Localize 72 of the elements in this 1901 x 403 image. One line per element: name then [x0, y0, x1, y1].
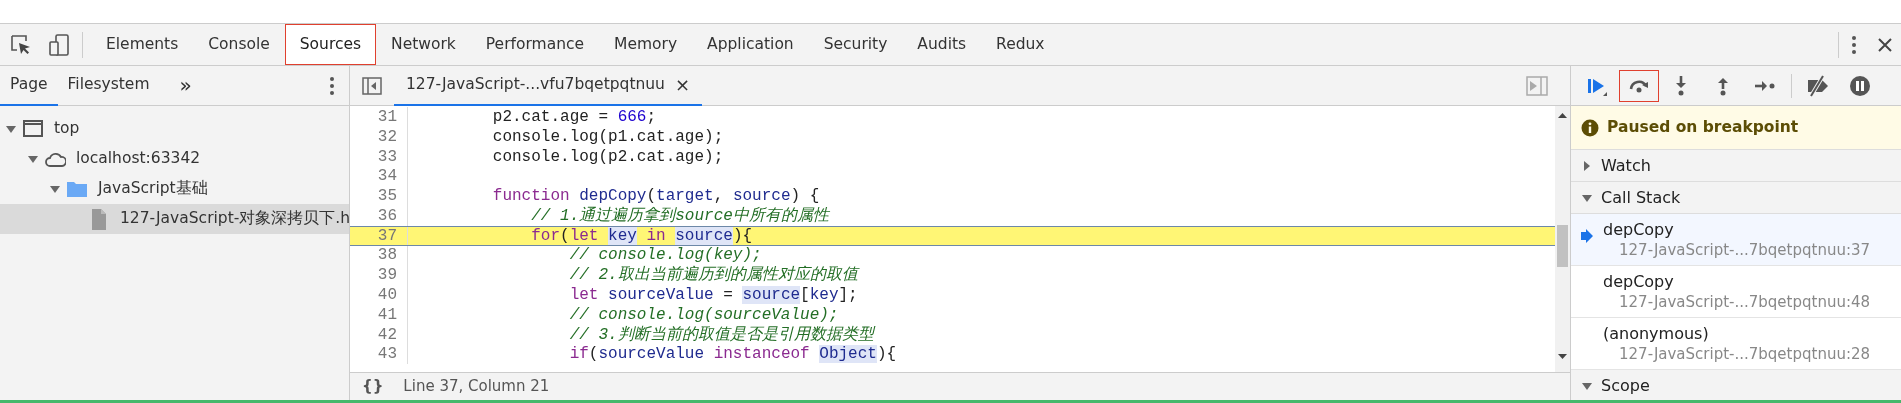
tree-item[interactable]: JavaScript基础	[0, 174, 349, 204]
panel-tab[interactable]: Console	[193, 24, 285, 65]
code-line: // console.log(key);	[568, 246, 762, 265]
pause-icon[interactable]	[1848, 73, 1872, 98]
line-number: 40	[350, 285, 408, 305]
panel-tab[interactable]: Sources	[284, 24, 377, 65]
more-menu-icon[interactable]	[329, 75, 335, 96]
deactivate-breakpoints-icon[interactable]	[1806, 73, 1830, 98]
line-number: 37	[350, 226, 408, 245]
line-number: 41	[350, 304, 408, 325]
code-line: p2.cat.age = 666;	[491, 107, 657, 126]
line-number: 32	[350, 126, 408, 147]
close-tab-button[interactable]: ×	[674, 71, 691, 98]
tree-label: localhost:63342	[76, 148, 201, 170]
close-icon[interactable]	[1877, 36, 1893, 53]
line-number: 38	[350, 245, 408, 266]
frame-function: depCopy	[1603, 220, 1675, 240]
line-number: 31	[350, 107, 408, 127]
panel-tab[interactable]: Memory	[599, 24, 693, 65]
line-number: 43	[350, 344, 408, 365]
code-line: for(let key in source){	[530, 226, 753, 245]
panel-tab[interactable]: Elements	[91, 24, 194, 65]
code-line: function depCopy(target, source) {	[491, 187, 820, 206]
pretty-print-button[interactable]: {}	[362, 375, 384, 398]
code-line: let sourceValue = source[key];	[568, 286, 858, 305]
code-line: console.log(p2.cat.age);	[491, 147, 724, 166]
frame-location: 127-JavaScript-...7bqetpqtnuu:37	[1618, 240, 1871, 260]
frame-location: 127-JavaScript-...7bqetpqtnuu:28	[1618, 344, 1871, 364]
call-frame[interactable]: depCopy 127-JavaScript-...7bqetpqtnuu:37	[1571, 214, 1901, 266]
debugger-toggle-icon[interactable]	[1526, 75, 1548, 96]
code-line: // 1.通过遍历拿到source中所有的属性	[530, 206, 829, 225]
more-tabs-button[interactable]: »	[169, 65, 202, 106]
inspect-icon[interactable]	[10, 33, 32, 56]
navigator-tab[interactable]: Filesystem	[57, 65, 160, 106]
panel-tab[interactable]: Performance	[470, 24, 600, 65]
tree-label: JavaScript基础	[98, 178, 208, 200]
tree-item[interactable]: localhost:63342	[0, 144, 349, 174]
call-frame[interactable]: depCopy 127-JavaScript-...7bqetpqtnuu:48	[1571, 266, 1901, 318]
tree-label: top	[54, 118, 80, 140]
panel-tab[interactable]: Audits	[902, 24, 982, 65]
scrollbar[interactable]	[1555, 106, 1570, 372]
code-line: // 2.取出当前遍历到的属性对应的取值	[568, 266, 858, 285]
code-line: if(sourceValue instanceof Object){	[568, 345, 897, 364]
frame-function: depCopy	[1603, 272, 1675, 292]
panel-tab[interactable]: Network	[376, 24, 471, 65]
frame-location: 127-JavaScript-...7bqetpqtnuu:48	[1618, 292, 1871, 312]
tree-item[interactable]: top	[0, 114, 349, 144]
line-number: 34	[350, 166, 408, 187]
current-frame-arrow-icon	[1581, 228, 1593, 243]
paused-message: Paused on breakpoint	[1607, 116, 1799, 138]
line-number: 42	[350, 324, 408, 345]
code-line: // console.log(sourceValue);	[568, 305, 839, 324]
line-number: 39	[350, 265, 408, 286]
tree-label: 127-JavaScript-对象深拷贝下.h	[120, 208, 349, 230]
call-frame[interactable]: (anonymous) 127-JavaScript-...7bqetpqtnuu:28	[1571, 318, 1901, 370]
info-icon	[1581, 118, 1599, 137]
line-number: 36	[350, 206, 408, 226]
panel-tab[interactable]: Redux	[981, 24, 1060, 65]
device-icon[interactable]	[48, 32, 70, 57]
cursor-position: Line 37, Column 21	[403, 376, 550, 398]
code-line: // 3.判断当前的取值是否是引用数据类型	[568, 325, 874, 344]
more-menu-icon[interactable]	[1851, 34, 1857, 55]
line-number: 35	[350, 186, 408, 206]
frame-function: (anonymous)	[1603, 324, 1710, 344]
line-number: 33	[350, 146, 408, 167]
panel-tab[interactable]: Application	[692, 24, 809, 65]
navigator-tab[interactable]: Page	[0, 65, 58, 106]
panel-tab[interactable]: Security	[808, 24, 903, 65]
tree-item[interactable]: 127-JavaScript-对象深拷贝下.h	[0, 204, 349, 234]
code-line: console.log(p1.cat.age);	[491, 127, 724, 146]
sidebar-toggle-icon[interactable]	[362, 76, 382, 95]
frame-icon	[22, 118, 44, 140]
